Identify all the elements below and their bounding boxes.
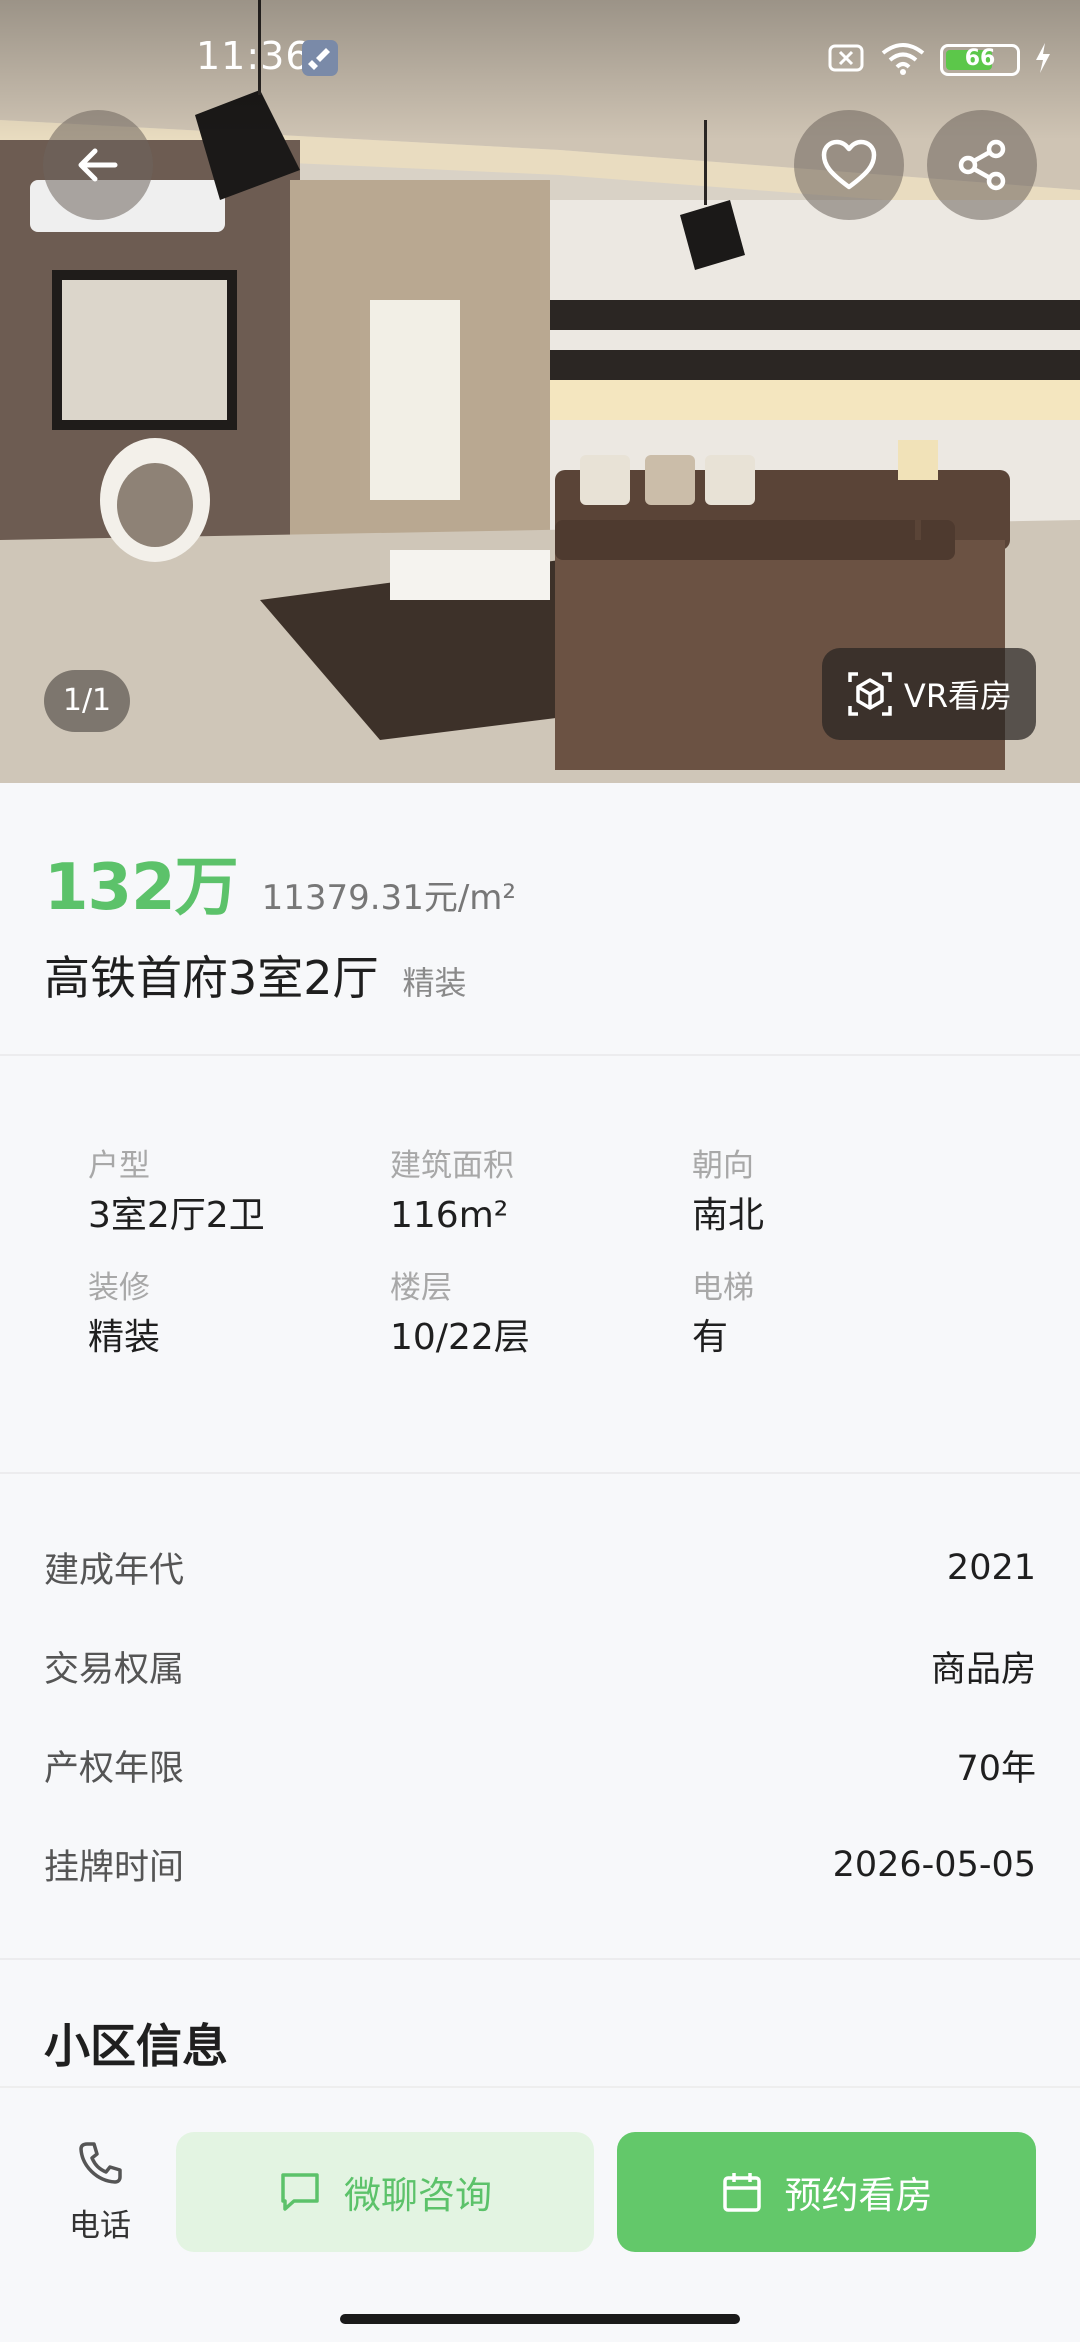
info-value: 2021 [946, 1547, 1036, 1588]
status-bar: 11:36 66 [0, 0, 1080, 120]
chat-consult-button[interactable]: 微聊咨询 [176, 2132, 594, 2252]
vr-tour-button[interactable]: VR看房 [822, 648, 1036, 740]
info-label: 产权年限 [44, 1749, 185, 1789]
book-label: 预约看房 [784, 2174, 933, 2217]
spec-label: 楼层 [390, 1270, 452, 1306]
calendar-icon [722, 2173, 761, 2212]
share-button[interactable] [927, 110, 1037, 220]
battery-level: 66 [964, 46, 996, 71]
favorite-button[interactable] [794, 110, 904, 220]
spec-area: 建筑面积 116m² [390, 1146, 692, 1250]
spec-label: 装修 [88, 1270, 150, 1306]
battery-icon: 66 [940, 44, 1020, 76]
spec-label: 朝向 [692, 1148, 754, 1184]
spec-orientation: 朝向 南北 [692, 1146, 994, 1250]
photo-counter: 1/1 [44, 670, 130, 732]
back-arrow-icon [78, 148, 118, 182]
info-list: 建成年代 2021 交易权属 商品房 产权年限 70年 挂牌时间 2026-05… [44, 1518, 1036, 1914]
info-value: 商品房 [930, 1650, 1036, 1690]
spec-label: 电梯 [692, 1270, 754, 1306]
heart-icon [821, 139, 877, 190]
book-viewing-button[interactable]: 预约看房 [617, 2132, 1036, 2252]
spec-decoration: 装修 精装 [88, 1268, 390, 1372]
listing-title: 高铁首府3室2厅 [44, 951, 379, 1005]
share-icon [958, 139, 1006, 191]
wifi-icon [880, 41, 926, 79]
chat-label: 微聊咨询 [344, 2174, 492, 2217]
listing-photo[interactable]: 11:36 66 1/1 VR看房 [0, 0, 1080, 783]
info-value: 2026-05-05 [832, 1844, 1036, 1885]
price-row: 132万 11379.31元/m² [44, 836, 1036, 928]
spec-value: 10/22层 [390, 1317, 530, 1358]
decoration-tag: 精装 [402, 964, 467, 1002]
info-label: 挂牌时间 [44, 1848, 185, 1888]
status-right-group: 66 [826, 40, 1052, 80]
spec-value: 116m² [390, 1195, 509, 1236]
status-time: 11:36 [196, 34, 311, 78]
divider [0, 1054, 1080, 1056]
price-total: 132万 [44, 851, 239, 925]
info-value: 70年 [956, 1749, 1036, 1789]
back-button[interactable] [43, 110, 153, 220]
chat-bubble-icon [281, 2173, 319, 2211]
phone-label: 电话 [69, 2208, 131, 2244]
vr-cube-icon [848, 672, 892, 716]
charging-icon [1034, 43, 1052, 77]
spec-value: 精装 [88, 1317, 161, 1358]
phone-button[interactable]: 电话 [48, 2138, 152, 2245]
info-label: 建成年代 [44, 1551, 185, 1591]
info-row-property-term: 产权年限 70年 [44, 1716, 1036, 1815]
spec-label: 建筑面积 [390, 1148, 514, 1184]
price-per-sqm: 11379.31元/m² [261, 878, 517, 918]
spec-layout: 户型 3室2厅2卫 [88, 1146, 390, 1250]
info-row-ownership: 交易权属 商品房 [44, 1617, 1036, 1716]
home-indicator[interactable] [340, 2314, 740, 2324]
info-row-build-year: 建成年代 2021 [44, 1518, 1036, 1617]
bottom-action-bar: 电话 微聊咨询 预约看房 [0, 2086, 1080, 2342]
spec-floor: 楼层 10/22层 [390, 1268, 692, 1372]
spec-grid: 户型 3室2厅2卫 建筑面积 116m² 朝向 南北 装修 精装 楼层 10/2… [88, 1146, 1008, 1372]
price-block: 132万 11379.31元/m² 高铁首府3室2厅 精装 [44, 836, 1036, 1008]
divider [0, 1472, 1080, 1474]
spec-value: 3室2厅2卫 [88, 1195, 265, 1236]
info-row-listing-date: 挂牌时间 2026-05-05 [44, 1815, 1036, 1914]
sim-off-icon [826, 42, 866, 78]
title-row: 高铁首府3室2厅 精装 [44, 942, 1036, 1008]
divider [0, 1958, 1080, 1960]
community-section-title: 小区信息 [44, 2019, 228, 2073]
spec-elevator: 电梯 有 [692, 1268, 994, 1372]
vr-label: VR看房 [903, 677, 1013, 715]
wrench-icon [302, 40, 338, 76]
phone-icon [79, 2142, 122, 2184]
spec-value: 有 [692, 1317, 729, 1358]
spec-label: 户型 [88, 1148, 150, 1184]
info-label: 交易权属 [44, 1650, 185, 1690]
spec-value: 南北 [692, 1195, 765, 1236]
